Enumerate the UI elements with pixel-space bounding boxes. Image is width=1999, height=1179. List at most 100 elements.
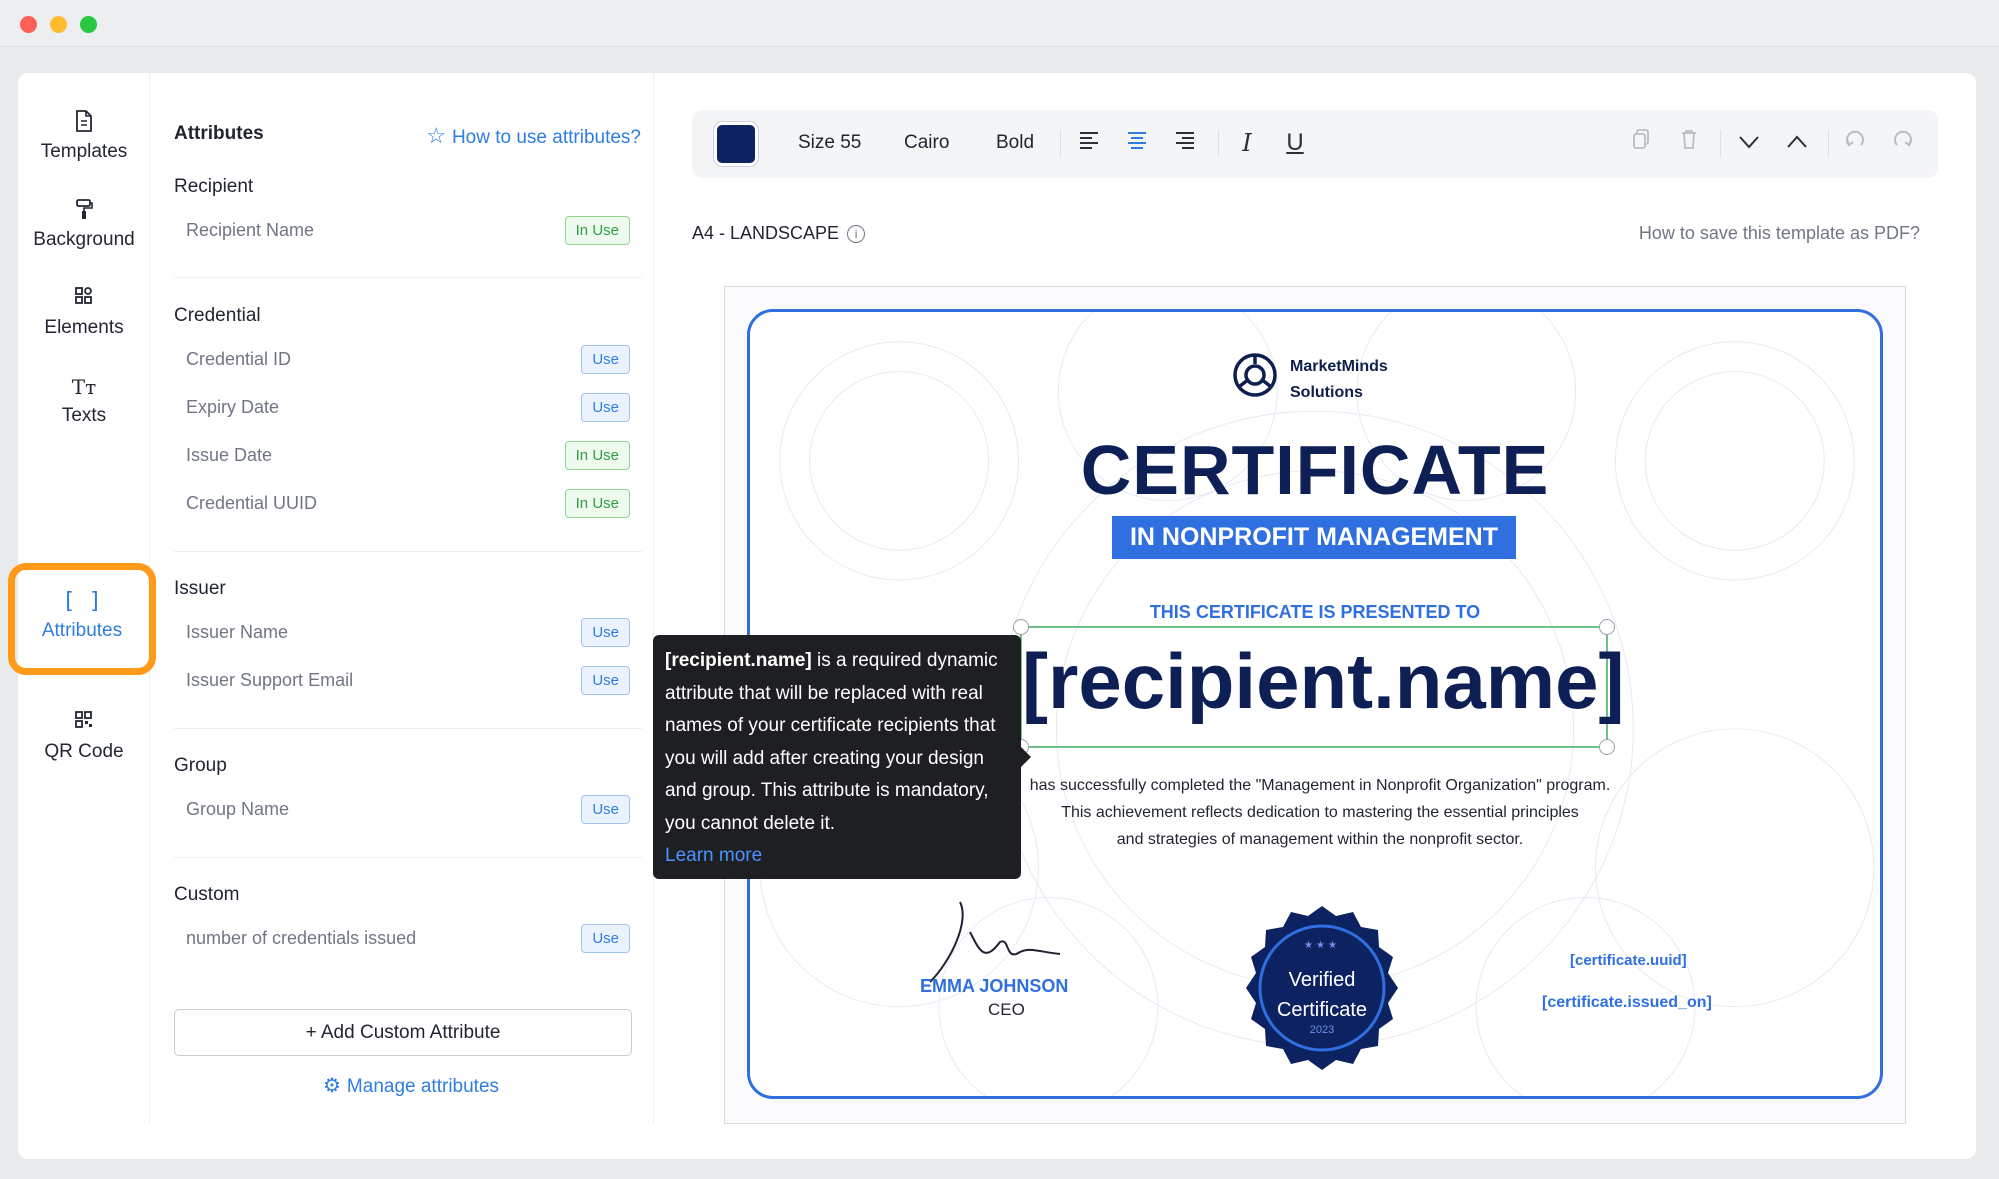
editor-app: Templates Background Elements Tт Texts [… bbox=[8, 73, 1976, 1159]
attribute-row[interactable]: Issuer Name Use bbox=[174, 608, 642, 656]
seal-line1: Verified bbox=[1288, 969, 1356, 991]
toolbar-divider bbox=[1828, 130, 1829, 156]
text-icon: Tт bbox=[71, 375, 97, 399]
signer-name[interactable]: EMMA JOHNSON bbox=[920, 976, 1068, 997]
divider bbox=[174, 277, 642, 278]
certificate-body-text[interactable]: has successfully completed the "Manageme… bbox=[990, 772, 1650, 853]
resize-handle[interactable] bbox=[1599, 619, 1615, 635]
certificate-uuid-attribute[interactable]: [certificate.uuid] bbox=[1570, 952, 1687, 969]
recipient-name-tooltip: [recipient.name] is a required dynamic a… bbox=[653, 635, 1031, 879]
save-as-pdf-help-link[interactable]: How to save this template as PDF? bbox=[1639, 223, 1920, 244]
align-center-icon[interactable] bbox=[1120, 126, 1154, 160]
org-name-line2: Solutions bbox=[1290, 384, 1363, 401]
attribute-row[interactable]: Expiry Date Use bbox=[174, 383, 642, 431]
text-color-swatch[interactable] bbox=[714, 122, 758, 166]
section-title: Credential bbox=[174, 305, 261, 326]
certificate-issued-on-attribute[interactable]: [certificate.issued_on] bbox=[1542, 994, 1712, 1012]
italic-icon[interactable]: I bbox=[1230, 126, 1264, 160]
redo-icon[interactable] bbox=[1886, 126, 1920, 160]
selected-text-box[interactable]: [recipient.name] bbox=[1013, 619, 1624, 755]
tooltip-text: is a required dynamic attribute that wil… bbox=[665, 650, 998, 834]
toolbar-divider bbox=[1218, 130, 1219, 156]
rail-item-texts[interactable]: Tт Texts bbox=[18, 373, 150, 463]
align-right-icon[interactable] bbox=[1168, 126, 1202, 160]
tooltip-attribute-name: [recipient.name] bbox=[665, 650, 812, 671]
close-window-button[interactable] bbox=[20, 16, 37, 33]
attribute-label: Group Name bbox=[186, 799, 290, 819]
undo-icon[interactable] bbox=[1838, 126, 1872, 160]
attribute-row[interactable]: Credential ID Use bbox=[174, 335, 642, 383]
body-line: This achievement reflects dedication to … bbox=[1061, 804, 1579, 821]
org-name-line1: MarketMinds bbox=[1290, 358, 1388, 375]
attribute-label: Issuer Name bbox=[186, 622, 289, 642]
paper-size-text: A4 - LANDSCAPE bbox=[692, 223, 840, 243]
attribute-row[interactable]: Issuer Support Email Use bbox=[174, 656, 642, 704]
align-left-icon[interactable] bbox=[1072, 126, 1106, 160]
divider bbox=[174, 857, 642, 858]
qr-code-icon bbox=[18, 709, 150, 737]
organization-logo: MarketMinds Solutions bbox=[1230, 350, 1430, 410]
manage-attributes-label: Manage attributes bbox=[346, 1076, 500, 1097]
chevron-up-icon[interactable] bbox=[1780, 126, 1814, 160]
window-titlebar bbox=[0, 0, 1999, 47]
rail-item-templates[interactable]: Templates bbox=[18, 109, 150, 199]
learn-more-link[interactable]: Learn more bbox=[665, 840, 1009, 873]
use-button[interactable]: Use bbox=[581, 795, 630, 824]
section-issuer: Issuer Issuer Name Use Issuer Support Em… bbox=[174, 578, 642, 704]
attribute-label: number of credentials issued bbox=[186, 928, 417, 948]
toolbar-divider bbox=[1060, 130, 1061, 156]
presented-to-text[interactable]: THIS CERTIFICATE IS PRESENTED TO bbox=[750, 602, 1880, 623]
underline-icon[interactable]: U bbox=[1278, 126, 1312, 160]
use-button[interactable]: Use bbox=[581, 345, 630, 374]
in-use-badge: In Use bbox=[564, 489, 630, 518]
attribute-row[interactable]: Credential UUID In Use bbox=[174, 479, 642, 527]
body-line: and strategies of management within the … bbox=[1116, 831, 1524, 848]
signer-role[interactable]: CEO bbox=[988, 1000, 1025, 1020]
use-button[interactable]: Use bbox=[581, 666, 630, 695]
rail-item-qr-code[interactable]: QR Code bbox=[18, 709, 150, 799]
use-button[interactable]: Use bbox=[581, 393, 630, 422]
attribute-label: Credential UUID bbox=[186, 493, 318, 513]
font-family-select[interactable]: Cairo bbox=[904, 132, 949, 154]
section-custom: Custom number of credentials issued Use bbox=[174, 884, 642, 984]
attribute-row[interactable]: Recipient Name In Use bbox=[174, 206, 642, 254]
duplicate-icon[interactable] bbox=[1624, 126, 1658, 160]
help-link-label: How to use attributes? bbox=[451, 127, 641, 148]
maximize-window-button[interactable] bbox=[80, 16, 97, 33]
attribute-row[interactable]: number of credentials issued Use bbox=[174, 914, 642, 962]
certificate-title[interactable]: CERTIFICATE bbox=[750, 430, 1880, 510]
rail-item-label: QR Code bbox=[44, 741, 124, 762]
document-icon bbox=[18, 109, 150, 137]
section-recipient: Recipient Recipient Name In Use bbox=[174, 176, 642, 254]
certificate-subtitle[interactable]: IN NONPROFIT MANAGEMENT bbox=[1112, 516, 1516, 559]
resize-handle[interactable] bbox=[1013, 619, 1029, 635]
trash-icon[interactable] bbox=[1672, 126, 1706, 160]
font-size-select[interactable]: Size 55 bbox=[798, 132, 861, 154]
paper-size-label: A4 - LANDSCAPE i bbox=[692, 223, 866, 244]
use-button[interactable]: Use bbox=[581, 924, 630, 953]
info-icon[interactable]: i bbox=[847, 225, 866, 244]
how-to-use-attributes-link[interactable]: ☆ How to use attributes? bbox=[426, 123, 641, 149]
manage-attributes-link[interactable]: ⚙ Manage attributes bbox=[168, 1073, 654, 1098]
panel-title: Attributes bbox=[174, 123, 264, 144]
attribute-label: Recipient Name bbox=[186, 220, 315, 240]
divider bbox=[174, 728, 642, 729]
minimize-window-button[interactable] bbox=[50, 16, 67, 33]
resize-handle[interactable] bbox=[1599, 739, 1615, 755]
section-credential: Credential Credential ID Use Expiry Date… bbox=[174, 305, 642, 527]
use-button[interactable]: Use bbox=[581, 618, 630, 647]
organization-name: MarketMinds Solutions bbox=[1290, 354, 1430, 406]
rail-item-elements[interactable]: Elements bbox=[18, 285, 150, 375]
font-weight-select[interactable]: Bold bbox=[996, 132, 1034, 154]
text-format-toolbar: Size 55 Cairo Bold I U bbox=[692, 110, 1938, 178]
seal-text: Verified Certificate bbox=[1236, 965, 1408, 1025]
seal-stars: ★★★ bbox=[1304, 940, 1340, 951]
attribute-row[interactable]: Issue Date In Use bbox=[174, 431, 642, 479]
add-custom-attribute-button[interactable]: + Add Custom Attribute bbox=[174, 1009, 632, 1056]
chevron-down-icon[interactable] bbox=[1732, 126, 1766, 160]
attributes-panel: Attributes ☆ How to use attributes? Recip… bbox=[168, 73, 654, 1123]
recipient-name-attribute[interactable]: [recipient.name] bbox=[1022, 636, 1624, 727]
rail-item-background[interactable]: Background bbox=[18, 197, 150, 287]
attribute-row[interactable]: Group Name Use bbox=[174, 785, 642, 833]
section-title: Group bbox=[174, 755, 227, 776]
